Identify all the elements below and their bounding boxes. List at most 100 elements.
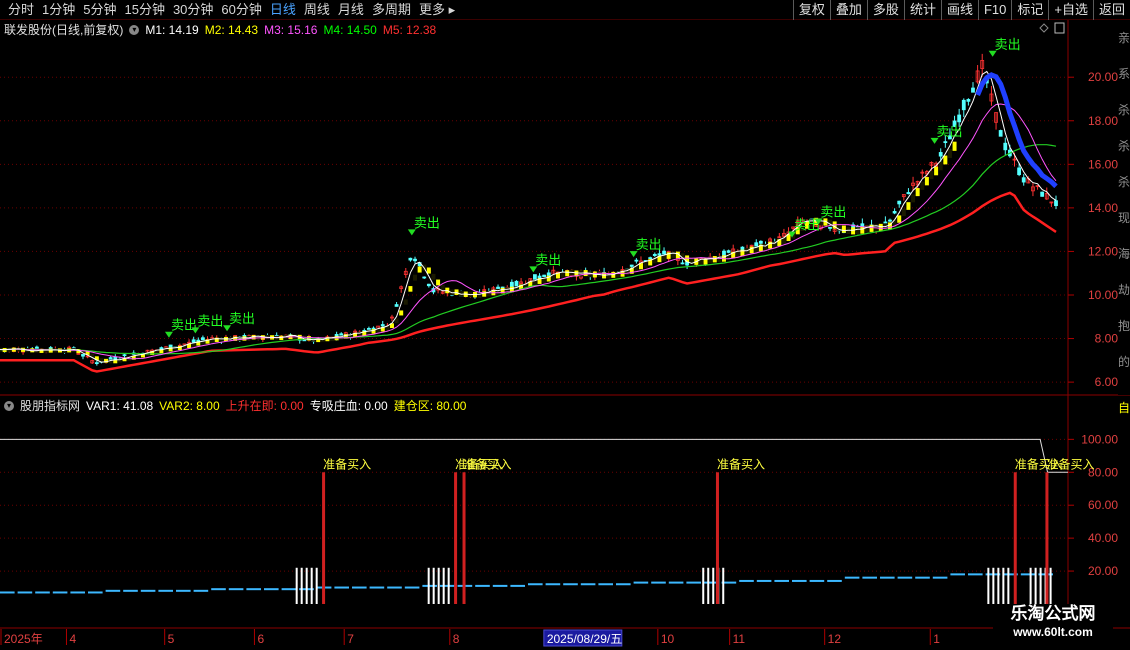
candle-body [533, 274, 537, 280]
watermark-url: www.60lt.com [1013, 625, 1093, 639]
toolbar-button-3[interactable]: 统计 [903, 0, 941, 20]
right-edge-char: 系 [1118, 67, 1130, 81]
candle-body [971, 87, 975, 93]
white-signal-bar [1034, 567, 1037, 604]
buy-signal-bar [715, 472, 719, 604]
candle-body [108, 357, 113, 360]
trend-band-block [911, 194, 916, 203]
buy-signal-bar [462, 472, 466, 604]
x-axis-label: 4 [69, 632, 76, 646]
ind-y-tick-label: 40.00 [1088, 531, 1118, 545]
x-axis-label: 6 [257, 632, 264, 646]
trend-band-block [403, 299, 408, 305]
trend-band-block [929, 170, 934, 180]
white-signal-bar [437, 567, 440, 604]
trend-band-block [851, 227, 856, 235]
toolbar-button-6[interactable]: 标记 [1011, 0, 1048, 20]
tab-2[interactable]: 5分钟 [79, 0, 120, 20]
toolbar-button-1[interactable]: 叠加 [829, 0, 867, 20]
trend-band-block [417, 266, 422, 273]
candle-body [200, 337, 205, 341]
candle-body [81, 353, 85, 357]
white-signal-bar [707, 567, 710, 604]
candle-body [122, 354, 127, 357]
white-signal-bar [722, 567, 725, 604]
tab-7[interactable]: 周线 [300, 0, 334, 20]
trend-band-block [565, 270, 570, 277]
trend-band-block [408, 286, 413, 292]
candle-body [394, 304, 399, 307]
toolbar-button-0[interactable]: 复权 [792, 0, 830, 20]
chart-canvas[interactable]: 6.00 8.00 10.00 12.00 14.00 16.00 18.00 20.00 20… [0, 20, 1130, 650]
toolbar-button-7[interactable]: +自选 [1048, 0, 1093, 20]
tab-5[interactable]: 60分钟 [217, 0, 265, 20]
candle-body [380, 324, 385, 327]
candle-body [196, 339, 201, 342]
right-edge-char: 海 [1118, 246, 1130, 261]
trend-band-block [901, 208, 906, 217]
x-axis-label: 11 [733, 632, 746, 646]
white-signal-bar [712, 567, 715, 604]
tab-0[interactable]: 分时 [4, 0, 38, 20]
main-y-tick-label: 18.00 [1088, 114, 1118, 128]
trend-band-block [924, 177, 929, 186]
candle-body [897, 200, 902, 205]
trend-band-block [413, 274, 418, 281]
tab-6[interactable]: 日线 [266, 0, 300, 20]
sell-label: 卖出 [995, 37, 1021, 52]
main-y-tick-label: 8.00 [1095, 332, 1119, 346]
x-axis-label: 7 [347, 632, 354, 646]
white-signal-bar [987, 567, 990, 604]
candle-body [422, 276, 427, 279]
x-axis-label: 2025年 [4, 632, 43, 646]
tab-1[interactable]: 1分钟 [38, 0, 79, 20]
candle-body [957, 114, 962, 123]
main-y-tick-label: 10.00 [1088, 288, 1118, 302]
trend-band-block [860, 226, 865, 234]
toolbar-button-4[interactable]: 画线 [940, 0, 978, 20]
white-signal-bar [1007, 567, 1010, 604]
tab-9[interactable]: 多周期 [368, 0, 415, 20]
trend-band-block [242, 336, 247, 341]
watermark-logo: 乐淘公式网 www.60lt.com [993, 604, 1113, 644]
candle-body [1054, 200, 1058, 207]
candle-body [888, 219, 892, 222]
trend-band-block [920, 181, 925, 190]
right-toolbar: 复权 叠加 多股 统计 画线 F10 标记 +自选 返回 [792, 0, 1130, 20]
tab-4[interactable]: 30分钟 [169, 0, 217, 20]
white-signal-bar [997, 567, 1000, 604]
tab-8[interactable]: 月线 [334, 0, 368, 20]
trend-band-block [934, 166, 939, 176]
candle-body [159, 347, 164, 350]
toolbar-button-5[interactable]: F10 [977, 0, 1011, 20]
ind-y-tick-label: 60.00 [1088, 498, 1118, 512]
ma-down-band [975, 72, 1058, 189]
candle-body [426, 283, 431, 287]
x-axis-label: 5 [168, 632, 175, 646]
toolbar-button-2[interactable]: 多股 [866, 0, 904, 20]
candle-body [629, 264, 634, 267]
toolbar-button-8[interactable]: 返回 [1092, 0, 1130, 20]
sell-label: 卖出 [229, 311, 255, 326]
sell-label: 卖出 [820, 204, 846, 219]
candle-body [537, 275, 542, 279]
trend-band-block [915, 188, 920, 197]
candle-body [938, 152, 943, 157]
buy-signal-label: 准备买入 [323, 457, 371, 471]
buy-signal-label: 准备买入 [1046, 457, 1094, 471]
ma-m4-line [0, 144, 1057, 355]
white-signal-bar [310, 567, 313, 604]
tab-3[interactable]: 15分钟 [120, 0, 168, 20]
candle-body [514, 280, 519, 287]
white-signal-bar [702, 567, 705, 604]
white-signal-bar [432, 567, 435, 604]
sell-label: 卖出 [636, 237, 662, 252]
candle-body [191, 339, 196, 343]
trend-band-block [436, 279, 441, 286]
trend-band-block [237, 336, 242, 342]
tab-10[interactable]: 更多 ▸ [415, 0, 459, 20]
trend-band-block [48, 348, 53, 353]
trend-band-block [219, 337, 224, 342]
main-y-tick-label: 20.00 [1088, 70, 1118, 84]
period-toolbar: 分时 1分钟 5分钟 15分钟 30分钟 60分钟 日线 周线 月线 多周期 更多 ▸ 复权 叠加 多股… [0, 0, 1130, 20]
